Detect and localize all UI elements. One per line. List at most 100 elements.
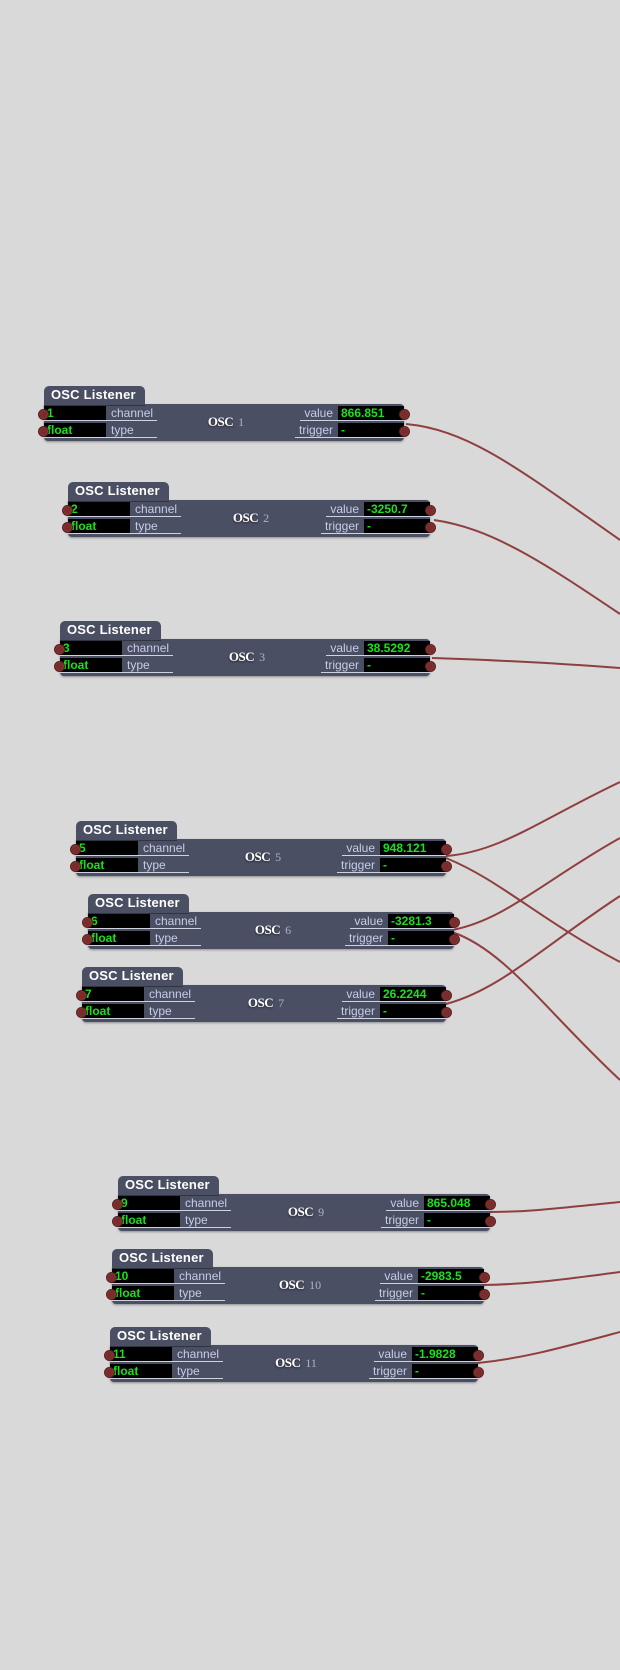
input-port-type[interactable] [104, 1367, 115, 1378]
node-body[interactable]: 6 float channel type OSC 6 value trigger -3281.3… [82, 912, 460, 949]
node-title-bar[interactable]: OSC Listener [82, 967, 183, 986]
osc-listener-node[interactable]: OSC Listener 5 float channel type OSC 5 value tr… [70, 821, 452, 876]
channel-input[interactable]: 10 [112, 1269, 174, 1284]
osc-badge-icon: OSC [247, 995, 274, 1010]
connection-wire [431, 657, 620, 669]
input-port-channel[interactable] [54, 644, 65, 655]
osc-listener-node[interactable]: OSC Listener 3 float channel type OSC 3 value tr… [54, 621, 436, 676]
channel-input[interactable]: 5 [76, 841, 138, 856]
output-port-value[interactable] [425, 505, 436, 516]
input-port-channel[interactable] [82, 917, 93, 928]
node-body[interactable]: 10 float channel type OSC 10 value trigger -2983… [106, 1267, 490, 1304]
output-port-trigger[interactable] [425, 522, 436, 533]
input-port-channel[interactable] [106, 1272, 117, 1283]
output-port-value[interactable] [479, 1272, 490, 1283]
connection-wire [405, 423, 620, 541]
output-port-value[interactable] [449, 917, 460, 928]
node-title-bar[interactable]: OSC Listener [110, 1327, 211, 1346]
channel-label: channel [150, 914, 202, 929]
node-graph-canvas[interactable]: OSC Listener 1 float channel type OSC 1 value tr… [0, 0, 620, 1670]
osc-listener-node[interactable]: OSC Listener 11 float channel type OSC 11 value… [104, 1327, 484, 1382]
output-port-value[interactable] [441, 844, 452, 855]
osc-listener-node[interactable]: OSC Listener 10 float channel type OSC 10 value… [106, 1249, 490, 1304]
output-port-value[interactable] [399, 409, 410, 420]
output-port-trigger[interactable] [441, 861, 452, 872]
osc-listener-node[interactable]: OSC Listener 1 float channel type OSC 1 value tr… [38, 386, 410, 441]
input-port-type[interactable] [106, 1289, 117, 1300]
output-port-trigger[interactable] [441, 1007, 452, 1018]
value-output: -2983.5 [418, 1269, 484, 1284]
node-title-bar[interactable]: OSC Listener [60, 621, 161, 640]
channel-input[interactable]: 1 [44, 406, 106, 421]
node-title-bar[interactable]: OSC Listener [76, 821, 177, 840]
output-port-trigger[interactable] [479, 1289, 490, 1300]
channel-input[interactable]: 7 [82, 987, 144, 1002]
input-port-channel[interactable] [38, 409, 49, 420]
trigger-output: - [380, 858, 446, 873]
type-input[interactable]: float [110, 1364, 172, 1379]
channel-input[interactable]: 6 [88, 914, 150, 929]
node-body[interactable]: 11 float channel type OSC 11 value trigger -1.98… [104, 1345, 484, 1382]
output-port-value[interactable] [473, 1350, 484, 1361]
node-body[interactable]: 3 float channel type OSC 3 value trigger 38.5292… [54, 639, 436, 676]
node-body[interactable]: 9 float channel type OSC 9 value trigger 865.048… [112, 1194, 496, 1231]
channel-label: channel [172, 1347, 224, 1362]
type-input[interactable]: float [68, 519, 130, 534]
trigger-label: trigger [320, 658, 364, 673]
output-port-trigger[interactable] [485, 1216, 496, 1227]
input-port-type[interactable] [82, 934, 93, 945]
input-port-type[interactable] [62, 522, 73, 533]
type-input[interactable]: float [118, 1213, 180, 1228]
input-port-type[interactable] [54, 661, 65, 672]
node-title-bar[interactable]: OSC Listener [112, 1249, 213, 1268]
node-title-bar[interactable]: OSC Listener [88, 894, 189, 913]
type-input[interactable]: float [82, 1004, 144, 1019]
channel-label: channel [180, 1196, 232, 1211]
output-port-value[interactable] [425, 644, 436, 655]
trigger-output: - [418, 1286, 484, 1301]
connection-wire [445, 895, 620, 1005]
node-title-bar[interactable]: OSC Listener [44, 386, 145, 405]
input-port-channel[interactable] [70, 844, 81, 855]
channel-input[interactable]: 9 [118, 1196, 180, 1211]
node-title-bar[interactable]: OSC Listener [68, 482, 169, 501]
trigger-label: trigger [380, 1213, 424, 1228]
input-port-type[interactable] [76, 1007, 87, 1018]
osc-listener-node[interactable]: OSC Listener 2 float channel type OSC 2 value tr… [62, 482, 436, 537]
value-output: -3250.7 [364, 502, 430, 517]
type-input[interactable]: float [44, 423, 106, 438]
output-port-trigger[interactable] [473, 1367, 484, 1378]
type-input[interactable]: float [60, 658, 122, 673]
output-port-value[interactable] [485, 1199, 496, 1210]
output-port-trigger[interactable] [399, 426, 410, 437]
type-input[interactable]: float [76, 858, 138, 873]
input-port-channel[interactable] [76, 990, 87, 1001]
input-port-channel[interactable] [62, 505, 73, 516]
channel-input[interactable]: 2 [68, 502, 130, 517]
type-input[interactable]: float [112, 1286, 174, 1301]
output-port-trigger[interactable] [425, 661, 436, 672]
osc-listener-node[interactable]: OSC Listener 9 float channel type OSC 9 value tr… [112, 1176, 496, 1231]
osc-index-label: 9 [318, 1204, 325, 1219]
output-port-value[interactable] [441, 990, 452, 1001]
channel-input[interactable]: 11 [110, 1347, 172, 1362]
osc-listener-node[interactable]: OSC Listener 7 float channel type OSC 7 value tr… [76, 967, 452, 1022]
osc-listener-node[interactable]: OSC Listener 6 float channel type OSC 6 value tr… [82, 894, 460, 949]
node-title-label: OSC Listener [67, 622, 152, 637]
node-title-bar[interactable]: OSC Listener [118, 1176, 219, 1195]
node-body[interactable]: 1 float channel type OSC 1 value trigger 866.851… [38, 404, 410, 441]
input-port-channel[interactable] [104, 1350, 115, 1361]
node-title-label: OSC Listener [95, 895, 180, 910]
input-port-type[interactable] [112, 1216, 123, 1227]
input-port-type[interactable] [38, 426, 49, 437]
type-label: type [122, 658, 174, 673]
node-body[interactable]: 7 float channel type OSC 7 value trigger 26.2244… [76, 985, 452, 1022]
input-port-type[interactable] [70, 861, 81, 872]
channel-input[interactable]: 3 [60, 641, 122, 656]
input-port-channel[interactable] [112, 1199, 123, 1210]
trigger-output: - [338, 423, 404, 438]
type-input[interactable]: float [88, 931, 150, 946]
node-body[interactable]: 2 float channel type OSC 2 value trigger -3250.7… [62, 500, 436, 537]
output-port-trigger[interactable] [449, 934, 460, 945]
node-body[interactable]: 5 float channel type OSC 5 value trigger 948.121… [70, 839, 452, 876]
